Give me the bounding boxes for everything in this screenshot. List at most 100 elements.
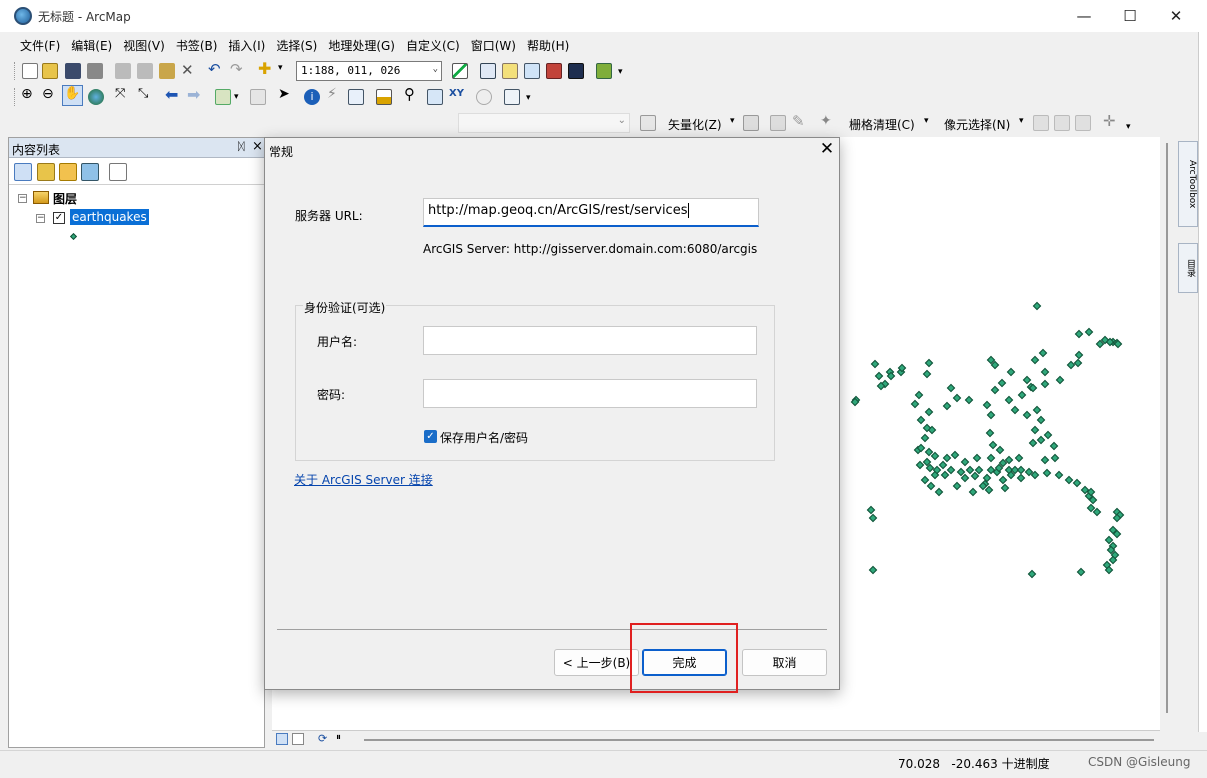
toolbar-options-icon[interactable]: ▾ bbox=[526, 93, 531, 103]
menu-view[interactable]: 视图(V) bbox=[123, 37, 165, 54]
layer-visibility-checkbox[interactable]: ✓ bbox=[53, 212, 65, 224]
password-input[interactable] bbox=[423, 379, 757, 408]
cut-icon[interactable] bbox=[115, 63, 131, 79]
pixel-select-menu[interactable]: 像元选择(N) bbox=[944, 116, 1010, 133]
toolbar-options-icon[interactable]: ▾ bbox=[618, 67, 623, 77]
about-arcgis-server-link[interactable]: 关于 ArcGIS Server 连接 bbox=[294, 471, 433, 488]
table-of-contents-icon[interactable] bbox=[480, 63, 496, 79]
find-icon[interactable]: ⚲ bbox=[404, 85, 415, 103]
zoom-in-icon[interactable]: ⊕ bbox=[21, 86, 33, 102]
toolbar-grip[interactable] bbox=[14, 62, 17, 80]
identify-icon[interactable]: i bbox=[304, 89, 320, 105]
print-icon[interactable] bbox=[87, 63, 103, 79]
model-builder-icon[interactable] bbox=[596, 63, 612, 79]
cancel-button[interactable]: 取消 bbox=[742, 649, 827, 676]
menu-geoprocessing[interactable]: 地理处理(G) bbox=[328, 37, 395, 54]
go-to-xy-icon[interactable]: XY bbox=[449, 88, 464, 99]
menu-edit[interactable]: 编辑(E) bbox=[71, 37, 112, 54]
menu-windows[interactable]: 窗口(W) bbox=[471, 37, 516, 54]
go-back-icon[interactable]: ⬅ bbox=[165, 85, 178, 104]
select-elements-icon[interactable]: ➤ bbox=[278, 86, 290, 102]
clear-selection-icon[interactable] bbox=[250, 89, 266, 105]
menu-bookmarks[interactable]: 书签(B) bbox=[176, 37, 218, 54]
vectorize-dropdown-icon[interactable]: ▾ bbox=[730, 116, 735, 126]
viewer-window-icon[interactable] bbox=[504, 89, 520, 105]
hyperlink-icon[interactable]: ⚡ bbox=[327, 86, 337, 102]
pencil-icon[interactable]: ✎ bbox=[792, 112, 805, 130]
catalog-icon[interactable] bbox=[502, 63, 518, 79]
editor-toolbar-icon[interactable] bbox=[452, 63, 468, 79]
add-data-dropdown-icon[interactable]: ▾ bbox=[278, 63, 283, 73]
select-features-icon[interactable] bbox=[215, 89, 231, 105]
open-folder-icon[interactable] bbox=[42, 63, 58, 79]
time-slider-icon[interactable] bbox=[476, 89, 492, 105]
vectorize-menu[interactable]: 矢量化(Z) bbox=[668, 116, 722, 133]
fixed-zoom-out-icon[interactable]: ⤡ bbox=[138, 86, 148, 101]
dataframe-label[interactable]: 图层 bbox=[53, 190, 77, 207]
add-data-icon[interactable]: ✚ bbox=[258, 59, 271, 78]
fixed-zoom-in-icon[interactable]: ⤧ bbox=[115, 86, 125, 101]
horizontal-scrollbar[interactable] bbox=[364, 739, 1154, 741]
layout-view-icon[interactable] bbox=[292, 733, 304, 745]
scale-dropdown-icon[interactable]: ⌄ bbox=[433, 64, 438, 74]
data-view-icon[interactable] bbox=[276, 733, 288, 745]
select-dropdown-icon[interactable]: ▾ bbox=[234, 92, 239, 102]
go-forward-icon[interactable]: ➡ bbox=[187, 85, 200, 104]
save-credentials-checkbox[interactable]: ✓ bbox=[424, 430, 437, 443]
vectorize-settings-icon[interactable] bbox=[743, 115, 759, 131]
toc-close-icon[interactable]: × bbox=[252, 139, 263, 154]
select-connected-cells-icon[interactable] bbox=[1033, 115, 1049, 131]
zoom-out-icon[interactable]: ⊖ bbox=[42, 86, 54, 102]
new-document-icon[interactable] bbox=[22, 63, 38, 79]
vertical-scrollbar[interactable] bbox=[1160, 137, 1174, 730]
menu-selection[interactable]: 选择(S) bbox=[276, 37, 317, 54]
find-route-icon[interactable] bbox=[427, 89, 443, 105]
python-window-icon[interactable] bbox=[568, 63, 584, 79]
raster-layer-icon[interactable] bbox=[640, 115, 656, 131]
paste-icon[interactable] bbox=[159, 63, 175, 79]
delete-icon[interactable]: ✕ bbox=[181, 61, 194, 79]
auto-hide-pin-icon[interactable]: ᛞ bbox=[238, 140, 245, 153]
pin-tool-icon[interactable]: ✦ bbox=[820, 113, 832, 129]
toc-options-icon[interactable] bbox=[109, 163, 127, 181]
refresh-icon[interactable]: ⟳ bbox=[318, 732, 327, 745]
pixel-select-dropdown-icon[interactable]: ▾ bbox=[1019, 116, 1024, 126]
crosshair-icon[interactable]: ✛ bbox=[1103, 112, 1116, 130]
measure-icon[interactable] bbox=[376, 89, 392, 105]
full-extent-icon[interactable] bbox=[88, 89, 104, 105]
server-url-input[interactable]: http://map.geoq.cn/ArcGIS/rest/services bbox=[423, 198, 759, 227]
copy-icon[interactable] bbox=[137, 63, 153, 79]
layers-collapse-icon[interactable]: − bbox=[18, 194, 27, 203]
layer-name-earthquakes[interactable]: earthquakes bbox=[70, 209, 149, 225]
list-by-source-icon[interactable] bbox=[37, 163, 55, 181]
maximize-button[interactable]: ☐ bbox=[1107, 0, 1153, 32]
map-scale-combo[interactable]: 1:188, 011, 026 ⌄ bbox=[296, 61, 442, 81]
remove-cells-icon[interactable] bbox=[1075, 115, 1091, 131]
layer-dropdown-icon[interactable]: ⌄ bbox=[618, 115, 626, 126]
html-popup-icon[interactable] bbox=[348, 89, 364, 105]
menu-insert[interactable]: 插入(I) bbox=[228, 37, 265, 54]
redo-icon[interactable]: ↷ bbox=[230, 60, 243, 78]
arctoolbox-icon[interactable] bbox=[546, 63, 562, 79]
back-button[interactable]: < 上一步(B) bbox=[554, 649, 639, 676]
pan-icon[interactable]: ✋ bbox=[62, 85, 83, 106]
minimize-button[interactable]: — bbox=[1061, 0, 1107, 32]
toolbar-options-icon[interactable]: ▾ bbox=[1126, 122, 1131, 132]
add-cells-icon[interactable] bbox=[1054, 115, 1070, 131]
menu-file[interactable]: 文件(F) bbox=[20, 37, 60, 54]
scrollbar-thumb[interactable] bbox=[1166, 143, 1168, 713]
list-by-visibility-icon[interactable] bbox=[59, 163, 77, 181]
list-by-drawing-order-icon[interactable] bbox=[14, 163, 32, 181]
menu-customize[interactable]: 自定义(C) bbox=[406, 37, 460, 54]
dialog-close-icon[interactable]: ✕ bbox=[817, 139, 837, 159]
pause-drawing-icon[interactable]: ⏸ bbox=[336, 732, 341, 743]
search-window-icon[interactable] bbox=[524, 63, 540, 79]
raster-cleanup-dropdown-icon[interactable]: ▾ bbox=[924, 116, 929, 126]
close-window-button[interactable]: ✕ bbox=[1153, 0, 1199, 32]
save-credentials-label[interactable]: 保存用户名/密码 bbox=[440, 429, 528, 446]
username-input[interactable] bbox=[423, 326, 757, 355]
arctoolbox-tab[interactable]: ArcToolbox bbox=[1178, 141, 1198, 227]
layer-combo[interactable]: ⌄ bbox=[458, 113, 630, 133]
toolbar-grip[interactable] bbox=[14, 88, 17, 106]
raster-cleanup-menu[interactable]: 栅格清理(C) bbox=[849, 116, 915, 133]
